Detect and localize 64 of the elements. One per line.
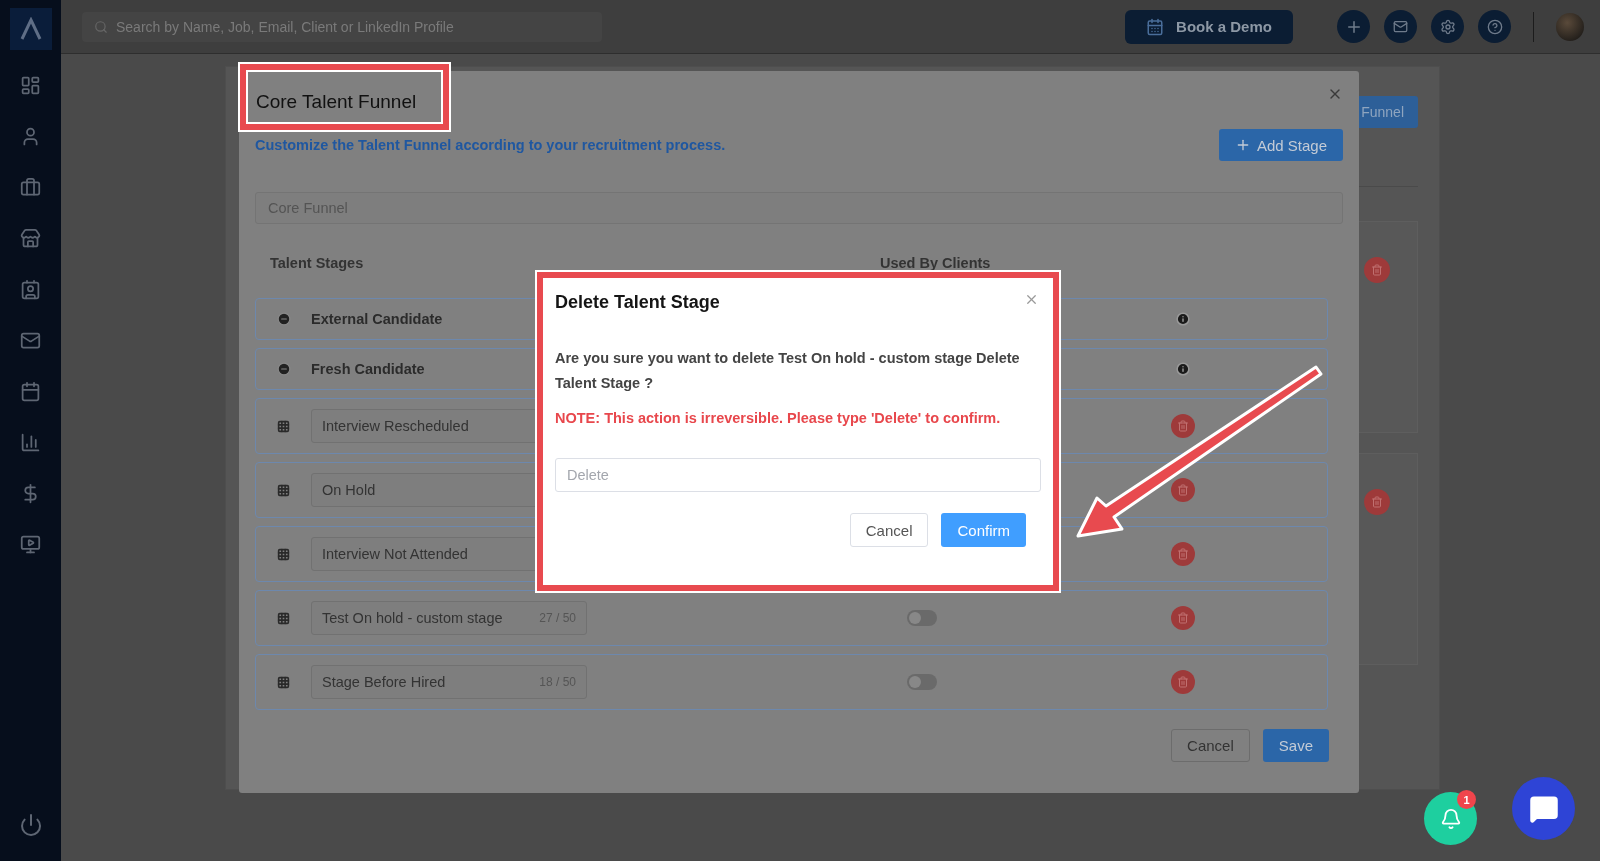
close-icon[interactable] xyxy=(1024,292,1039,307)
trash-icon xyxy=(1371,496,1383,508)
help-icon xyxy=(1486,18,1503,35)
help-button[interactable] xyxy=(1478,10,1511,43)
trash-icon xyxy=(1177,548,1189,560)
settings-icon xyxy=(1439,18,1456,35)
minus-circle-icon xyxy=(276,312,291,326)
cancel-button[interactable]: Cancel xyxy=(849,513,929,547)
search-icon xyxy=(94,19,108,34)
trash-icon xyxy=(1177,420,1189,432)
delete-button[interactable] xyxy=(1364,257,1390,283)
trash-icon xyxy=(1177,484,1189,496)
drag-handle-icon[interactable] xyxy=(277,483,290,497)
drag-handle-icon[interactable] xyxy=(277,675,290,689)
logo[interactable] xyxy=(9,8,52,50)
trash-icon xyxy=(1177,676,1189,688)
calendar-icon[interactable] xyxy=(20,381,41,402)
info-icon xyxy=(1176,312,1190,326)
stage-name: External Candidate xyxy=(311,311,444,327)
dialog-message: Are you sure you want to delete Test On hold - custom stage Delete Talent Stage ? xyxy=(555,349,1021,393)
notification-count: 1 xyxy=(1457,790,1476,809)
delete-stage-button[interactable] xyxy=(1171,606,1195,630)
user-avatar[interactable] xyxy=(1556,12,1584,41)
trash-icon xyxy=(1371,264,1383,276)
delete-button[interactable] xyxy=(1364,489,1390,515)
stage-name: Fresh Candidate xyxy=(311,361,426,377)
contact-card-icon[interactable] xyxy=(20,279,41,300)
used-by-clients-toggle[interactable] xyxy=(907,674,937,690)
column-header: Used By Clients xyxy=(879,255,992,271)
modal-subtitle: Customize the Talent Funnel according to your recruitment process. xyxy=(255,137,726,153)
modal-title: Core Talent Funnel xyxy=(255,91,417,113)
delete-stage-button[interactable] xyxy=(1171,542,1195,566)
mail-button[interactable] xyxy=(1384,10,1417,43)
used-by-clients-toggle[interactable] xyxy=(907,610,937,626)
monitor-icon[interactable] xyxy=(20,534,41,555)
dashboard-icon[interactable] xyxy=(20,75,41,96)
mail-icon[interactable] xyxy=(20,330,41,351)
drag-handle-icon[interactable] xyxy=(277,611,290,625)
store-icon[interactable] xyxy=(20,228,41,249)
bar-chart-icon[interactable] xyxy=(20,432,41,453)
confirm-input-field[interactable]: Delete xyxy=(555,458,1041,492)
book-demo-button[interactable]: Book a Demo xyxy=(1125,9,1293,44)
column-header: Talent Stages xyxy=(269,255,365,271)
mail-icon xyxy=(1393,19,1408,34)
briefcase-icon[interactable] xyxy=(20,177,41,198)
info-icon xyxy=(1176,362,1190,376)
save-button[interactable]: Save xyxy=(1262,729,1329,762)
settings-button[interactable] xyxy=(1431,10,1464,43)
drag-handle-icon[interactable] xyxy=(277,419,290,433)
delete-stage-button[interactable] xyxy=(1171,670,1195,694)
drag-handle-icon[interactable] xyxy=(277,547,290,561)
dialog-title: Delete Talent Stage xyxy=(555,292,720,313)
power-icon[interactable] xyxy=(18,813,43,837)
calendar-icon xyxy=(1146,17,1165,36)
delete-stage-button[interactable] xyxy=(1171,478,1195,502)
bell-icon xyxy=(1439,807,1462,830)
delete-stage-button[interactable] xyxy=(1171,414,1195,438)
add-button[interactable] xyxy=(1337,10,1370,43)
cancel-button[interactable]: Cancel xyxy=(1171,729,1250,762)
notification-button[interactable] xyxy=(1424,792,1477,845)
confirm-button[interactable]: Confirm xyxy=(941,513,1026,547)
add-stage-button[interactable]: Add Stage xyxy=(1218,129,1343,161)
minus-circle-icon xyxy=(276,362,291,376)
trash-icon xyxy=(1177,612,1189,624)
